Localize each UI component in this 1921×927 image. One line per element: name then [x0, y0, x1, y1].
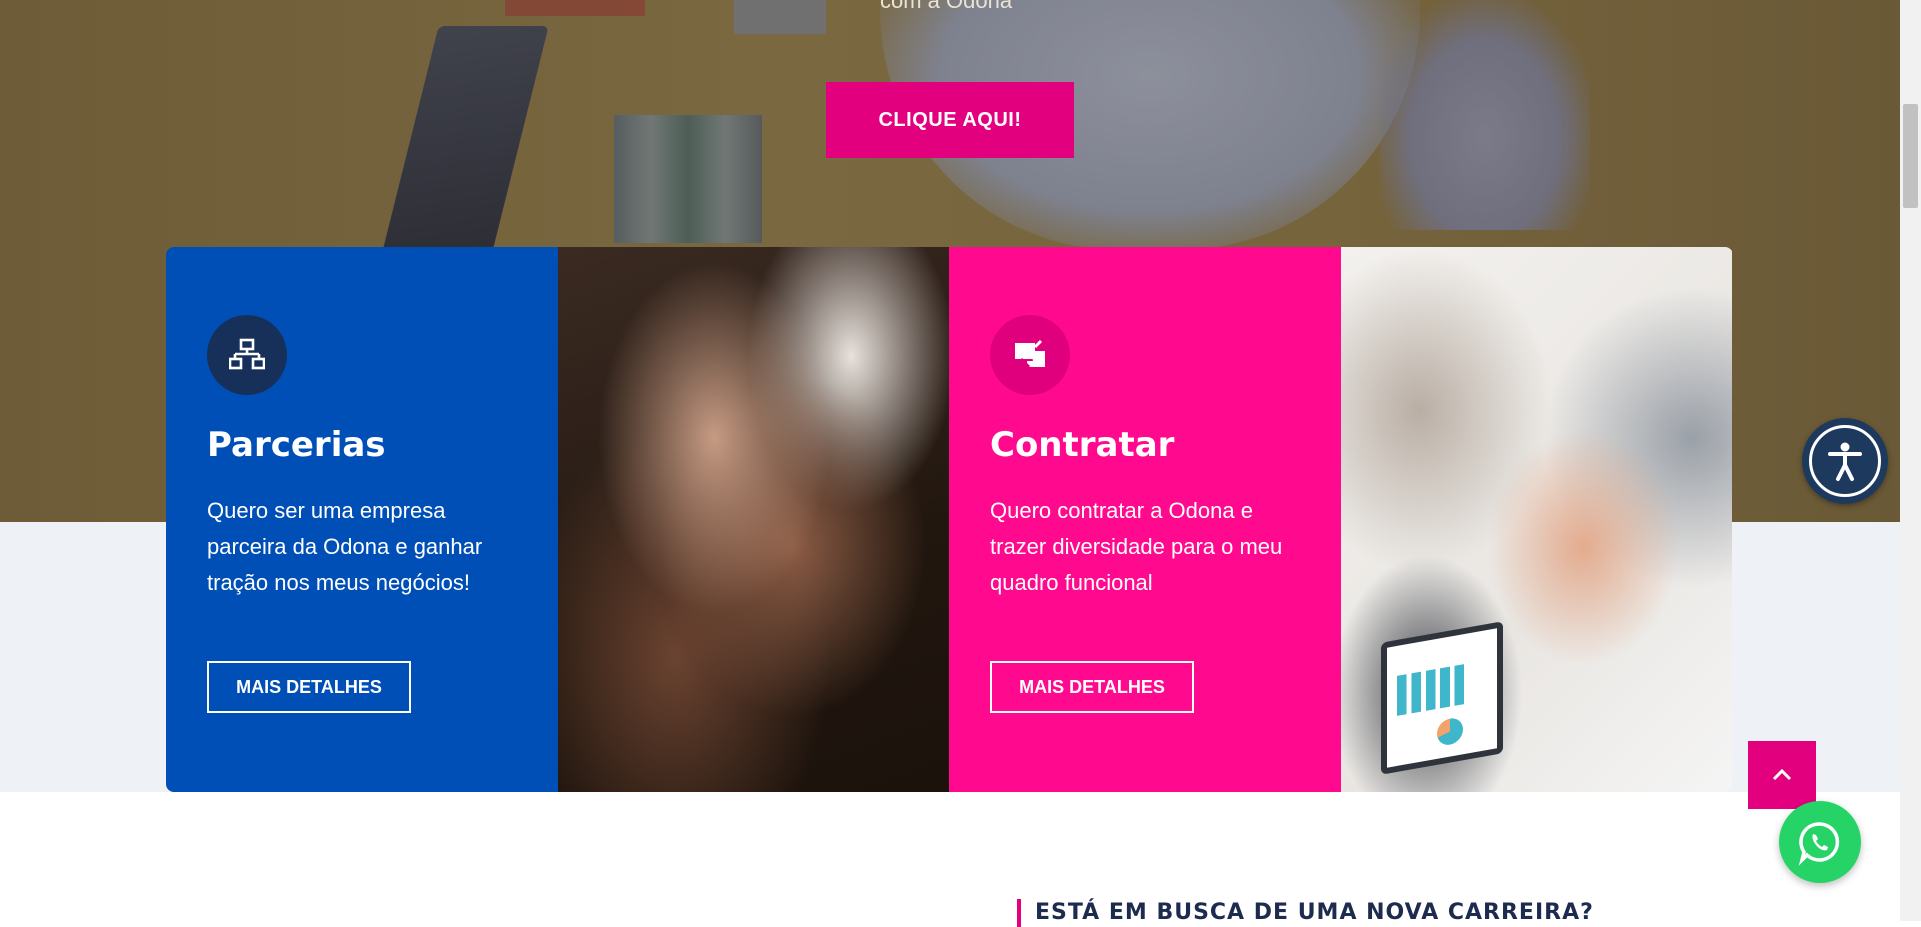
handshake-photo [1341, 247, 1732, 792]
hero-hand-image [1380, 0, 1590, 230]
hero-caption: com a Odona [880, 0, 1013, 13]
accessibility-icon [1809, 425, 1881, 497]
back-to-top-button[interactable] [1748, 741, 1816, 809]
service-cards: Parcerias Quero ser uma empresa parceira… [166, 247, 1733, 792]
card-title: Contratar [990, 425, 1175, 465]
card-contratar: Contratar Quero contratar a Odona e traz… [949, 247, 1341, 792]
tablet-pie-chart [1437, 716, 1463, 747]
hero-laptop-image [381, 26, 549, 256]
teamwork-hands-photo [558, 247, 949, 792]
tablet-chart-image [1381, 621, 1503, 775]
whatsapp-icon [1798, 822, 1840, 866]
career-section-heading: ESTÁ EM BUSCA DE UMA NOVA CARREIRA? [1017, 899, 1594, 927]
network-icon [207, 315, 287, 395]
card-description: Quero ser uma empresa parceira da Odona … [207, 498, 483, 595]
hero-background-photo [505, 0, 645, 16]
hero-background-photo [734, 0, 826, 34]
card-title: Parcerias [207, 425, 386, 465]
tablet-bar-chart [1397, 661, 1477, 716]
cta-button[interactable]: CLIQUE AQUI! [826, 82, 1074, 158]
card-description: Quero contratar a Odona e trazer diversi… [990, 498, 1283, 595]
details-button-parcerias[interactable]: MAIS DETALHES [207, 661, 411, 713]
details-button-contratar[interactable]: MAIS DETALHES [990, 661, 1194, 713]
card-parcerias: Parcerias Quero ser uma empresa parceira… [166, 247, 558, 792]
hire-icon [990, 315, 1070, 395]
whatsapp-button[interactable] [1779, 801, 1861, 883]
chevron-up-icon [1772, 768, 1792, 781]
accessibility-button[interactable] [1802, 418, 1888, 504]
scrollbar-thumb[interactable] [1903, 104, 1918, 208]
hero-background-photo [614, 115, 762, 243]
